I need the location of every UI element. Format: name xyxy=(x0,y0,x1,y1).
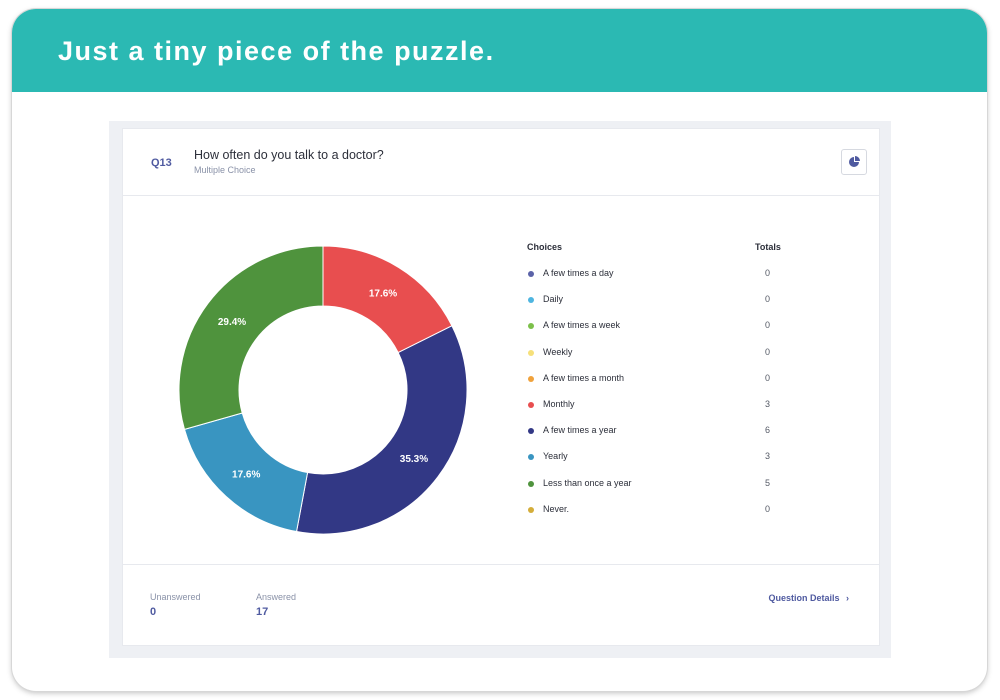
legend-total-value: 5 xyxy=(765,477,771,488)
slice-percent-label: 17.6% xyxy=(369,289,397,300)
legend-color-dot xyxy=(528,454,534,461)
legend-choice-label: A few times a day xyxy=(543,268,614,278)
legend-choice-label: Monthly xyxy=(543,398,575,409)
unanswered-stat: Unanswered 0 xyxy=(150,592,201,618)
legend-choice-label: A few times a year xyxy=(543,425,617,436)
donut-chart: 17.6% 35.3% 17.6% 29.4% xyxy=(178,245,468,535)
legend-row: Monthly 3 xyxy=(527,399,827,425)
legend: Choices Totals A few times a day 0 Daily 0 A… xyxy=(527,242,827,530)
legend-row: A few times a week 0 xyxy=(527,320,827,346)
legend-total-value: 0 xyxy=(765,320,771,331)
legend-choice-label: Weekly xyxy=(543,346,573,357)
legend-color-dot xyxy=(528,506,534,513)
unanswered-label: Unanswered xyxy=(150,592,201,602)
question-number: Q13 xyxy=(151,157,172,169)
legend-total-value: 0 xyxy=(765,268,771,278)
legend-row: Yearly 3 xyxy=(527,451,827,477)
legend-row: Less than once a year 5 xyxy=(527,478,827,504)
chart-area: 17.6% 35.3% 17.6% 29.4% Choices Totals A fe… xyxy=(123,196,879,562)
totals-header: Totals xyxy=(755,242,781,252)
choices-header: Choices xyxy=(527,242,563,252)
question-details-link[interactable]: Question Details › xyxy=(768,593,849,603)
question-type: Multiple Choice xyxy=(194,165,256,175)
answered-value: 17 xyxy=(256,606,269,618)
legend-color-dot xyxy=(528,480,534,487)
legend-choice-label: A few times a month xyxy=(543,372,625,383)
pie-chart-icon xyxy=(849,156,860,167)
question-footer: Unanswered 0 Answered 17 Question Detail… xyxy=(123,564,879,645)
legend-color-dot xyxy=(528,428,534,435)
legend-row: Never. 0 xyxy=(527,504,827,530)
legend-choice-label: Daily xyxy=(543,294,564,305)
legend-choice-label: Yearly xyxy=(543,451,568,462)
legend-total-value: 0 xyxy=(765,372,771,383)
legend-color-dot xyxy=(528,375,534,382)
legend-color-dot xyxy=(528,297,534,304)
question-details-label: Question Details xyxy=(768,593,840,603)
legend-color-dot xyxy=(528,271,534,277)
answered-label: Answered xyxy=(256,592,297,602)
question-header: Q13 How often do you talk to a doctor? M… xyxy=(123,129,879,196)
legend-header: Choices Totals xyxy=(527,242,827,268)
slice-percent-label: 35.3% xyxy=(400,454,428,465)
legend-choice-label: Never. xyxy=(543,503,570,514)
unanswered-value: 0 xyxy=(150,606,157,618)
legend-total-value: 3 xyxy=(765,398,771,409)
banner: Just a tiny piece of the puzzle. xyxy=(12,9,987,92)
chevron-right-icon: › xyxy=(846,593,849,603)
legend-choice-label: Less than once a year xyxy=(543,477,632,488)
slice-percent-label: 29.4% xyxy=(218,317,246,328)
legend-total-value: 0 xyxy=(765,503,771,514)
legend-row: Daily 0 xyxy=(527,294,827,320)
legend-row: A few times a day 0 xyxy=(527,268,827,294)
donut-slice xyxy=(295,325,468,535)
question-card: Q13 How often do you talk to a doctor? M… xyxy=(122,128,880,646)
legend-total-value: 0 xyxy=(765,346,771,357)
legend-color-dot xyxy=(528,349,534,356)
legend-row: A few times a month 0 xyxy=(527,373,827,399)
legend-total-value: 6 xyxy=(765,425,771,436)
legend-choice-label: A few times a week xyxy=(543,320,621,331)
screenshot-frame: Just a tiny piece of the puzzle. Q13 How… xyxy=(12,9,987,691)
legend-row: A few times a year 6 xyxy=(527,425,827,451)
legend-color-dot xyxy=(528,401,534,408)
legend-row: Weekly 0 xyxy=(527,347,827,373)
donut-slice xyxy=(178,245,324,431)
report-background: Q13 How often do you talk to a doctor? M… xyxy=(109,121,891,658)
legend-total-value: 3 xyxy=(765,451,771,462)
answered-stat: Answered 17 xyxy=(256,592,296,618)
slice-percent-label: 17.6% xyxy=(232,470,260,481)
legend-color-dot xyxy=(528,323,534,330)
chart-type-button[interactable] xyxy=(841,149,867,175)
banner-title: Just a tiny piece of the puzzle. xyxy=(58,36,495,66)
question-title: How often do you talk to a doctor? xyxy=(194,148,384,162)
legend-rows: A few times a day 0 Daily 0 A few times a we… xyxy=(527,268,827,530)
legend-total-value: 0 xyxy=(765,294,771,305)
